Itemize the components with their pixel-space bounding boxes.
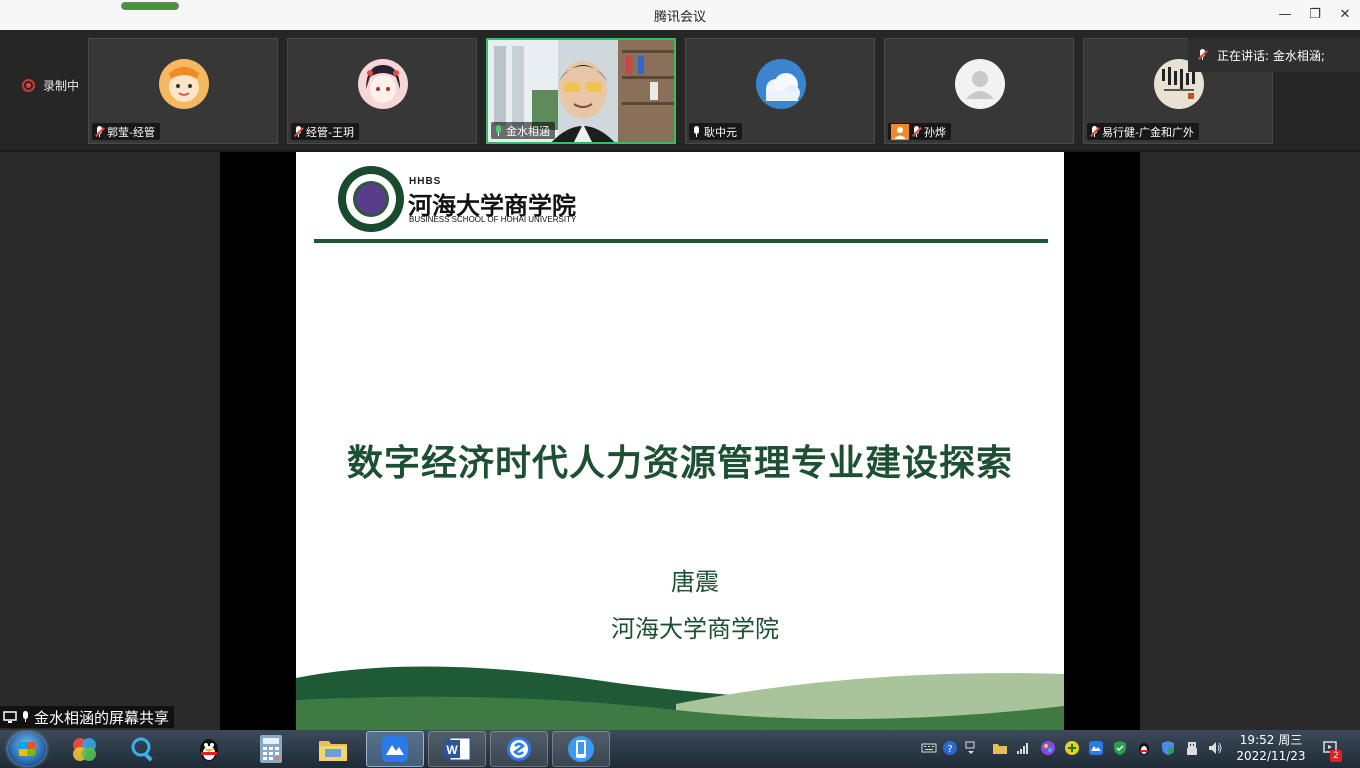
paint-icon[interactable] xyxy=(1040,740,1056,756)
minimize-button[interactable]: — xyxy=(1273,4,1297,26)
svg-text:W: W xyxy=(446,743,458,757)
screen-share-icon xyxy=(3,711,17,723)
folder-icon[interactable] xyxy=(992,740,1008,756)
record-icon xyxy=(22,79,35,92)
presentation-slide: HHBS 河海大学商学院 BUSINESS SCHOOL OF HOHAI UN… xyxy=(296,152,1064,730)
speaking-indicator: 正在讲话: 金水相涵; xyxy=(1188,38,1360,72)
network-bars-icon[interactable] xyxy=(1015,740,1031,756)
tencent-meeting-tray-icon[interactable] xyxy=(1088,740,1104,756)
default-user-icon xyxy=(955,59,1005,109)
restore-button[interactable]: ❐ xyxy=(1303,4,1327,26)
sky-cloud-icon xyxy=(756,59,806,109)
sogou-icon xyxy=(507,737,531,761)
speaking-text: 正在讲话: 金水相涵; xyxy=(1217,48,1325,63)
calculator-icon xyxy=(260,735,282,763)
taskbar-app-phone[interactable] xyxy=(552,731,610,767)
shield-icon[interactable] xyxy=(1112,740,1128,756)
start-icon[interactable] xyxy=(8,732,46,766)
header-divider xyxy=(314,239,1048,243)
mic-on-icon xyxy=(692,125,701,138)
title-bar: 腾讯会议 — ❐ ✕ xyxy=(0,0,1360,30)
taskbar-app-balls[interactable] xyxy=(55,731,113,767)
participant-tile[interactable]: 经管-王玥 xyxy=(287,38,477,144)
color-balls-icon xyxy=(73,738,96,761)
taskbar-app-qq[interactable] xyxy=(180,731,238,767)
taskbar-app-sogou[interactable] xyxy=(490,731,548,767)
notification-badge: 2 xyxy=(1330,750,1342,762)
cartoon-tiger-icon xyxy=(159,59,209,109)
svg-text:?: ? xyxy=(947,744,952,755)
participant-nameplate: 耿中元 xyxy=(689,123,742,140)
mic-muted-icon xyxy=(1198,49,1208,61)
close-button[interactable]: ✕ xyxy=(1333,4,1357,26)
taskbar-app-explorer[interactable] xyxy=(304,731,362,767)
participant-name: 郭莹-经管 xyxy=(107,125,155,139)
mic-muted-icon xyxy=(1090,125,1100,138)
tencent-meeting-icon xyxy=(382,736,408,762)
participant-nameplate: 金水相涵 xyxy=(491,122,555,139)
brand-english-name: BUSINESS SCHOOL OF HOHAI UNIVERSITY xyxy=(409,215,577,224)
qq-tray-icon[interactable] xyxy=(1136,740,1152,756)
anime-girl-icon xyxy=(358,59,408,109)
taskbar-app-tencent-meeting[interactable] xyxy=(366,731,424,767)
participant-name: 耿中元 xyxy=(704,125,737,139)
phone-icon xyxy=(568,736,594,762)
search-icon xyxy=(131,737,153,762)
participant-name: 孙烨 xyxy=(924,125,946,139)
mic-on-icon xyxy=(21,711,30,723)
participant-nameplate: 郭莹-经管 xyxy=(92,123,160,140)
phone-user-icon xyxy=(891,123,909,140)
clock-date: 2022/11/23 xyxy=(1236,749,1306,763)
participant-tile[interactable]: 孙烨 xyxy=(884,38,1074,144)
screen-share-stage: HHBS 河海大学商学院 BUSINESS SCHOOL OF HOHAI UN… xyxy=(220,152,1140,730)
participant-nameplate: 孙烨 xyxy=(888,123,951,140)
participant-nameplate: 易行健-广金和广外 xyxy=(1087,123,1199,140)
security-check-icon[interactable] xyxy=(1160,740,1176,756)
taskbar-app-search[interactable] xyxy=(114,731,172,767)
participant-name: 金水相涵 xyxy=(506,124,550,138)
usb-device-icon[interactable] xyxy=(1184,740,1200,756)
decorative-waves xyxy=(296,666,1064,730)
hohai-university-logo-icon xyxy=(338,166,404,232)
mic-muted-icon xyxy=(294,125,304,138)
plus-circle-icon[interactable] xyxy=(1064,740,1080,756)
mic-on-icon xyxy=(494,124,503,137)
chevron-down-icon[interactable] xyxy=(963,740,979,756)
participant-video-strip: 录制中 郭莹-经管 经管-王玥 金水相涵 耿中元 孙烨 易行健-广金和广外 正在… xyxy=(0,30,1360,152)
participant-tile-active[interactable]: 金水相涵 xyxy=(486,38,676,144)
window-title: 腾讯会议 xyxy=(653,10,706,25)
help-icon[interactable]: ? xyxy=(942,740,958,756)
participant-nameplate: 经管-王玥 xyxy=(291,123,359,140)
clock-time: 19:52 周三 xyxy=(1239,733,1303,747)
slide-institution: 河海大学商学院 xyxy=(611,615,779,643)
participant-name: 易行健-广金和广外 xyxy=(1102,125,1194,139)
mic-muted-icon xyxy=(912,125,922,138)
participant-tile[interactable]: 耿中元 xyxy=(685,38,875,144)
slide-author: 唐震 xyxy=(671,568,719,596)
file-manager-icon xyxy=(319,741,347,761)
recording-indicator[interactable]: 录制中 xyxy=(22,77,79,94)
taskbar-app-word[interactable]: W xyxy=(428,731,486,767)
word-icon: W xyxy=(444,737,471,761)
participant-name: 经管-王玥 xyxy=(306,125,354,139)
screen-share-label: 金水相涵的屏幕共享 xyxy=(0,706,175,728)
taskbar-app-calculator[interactable] xyxy=(242,731,300,767)
windows-taskbar: W ? 19:52 周三 2022/11/23 2 xyxy=(0,730,1360,768)
meeting-area: 录制中 郭莹-经管 经管-王玥 金水相涵 耿中元 孙烨 易行健-广金和广外 正在… xyxy=(0,30,1360,730)
qq-penguin-icon xyxy=(200,739,218,761)
screen-share-text: 金水相涵的屏幕共享 xyxy=(34,708,170,727)
system-clock[interactable]: 19:52 周三 2022/11/23 xyxy=(1228,732,1314,764)
recording-label: 录制中 xyxy=(43,79,80,93)
mic-muted-icon xyxy=(95,125,105,138)
keyboard-icon[interactable] xyxy=(921,740,937,756)
slide-title: 数字经济时代人力资源管理专业建设探索 xyxy=(346,443,1013,484)
notification-area[interactable]: 2 xyxy=(1322,738,1348,762)
participant-tile[interactable]: 郭莹-经管 xyxy=(88,38,278,144)
volume-icon[interactable] xyxy=(1207,740,1223,756)
